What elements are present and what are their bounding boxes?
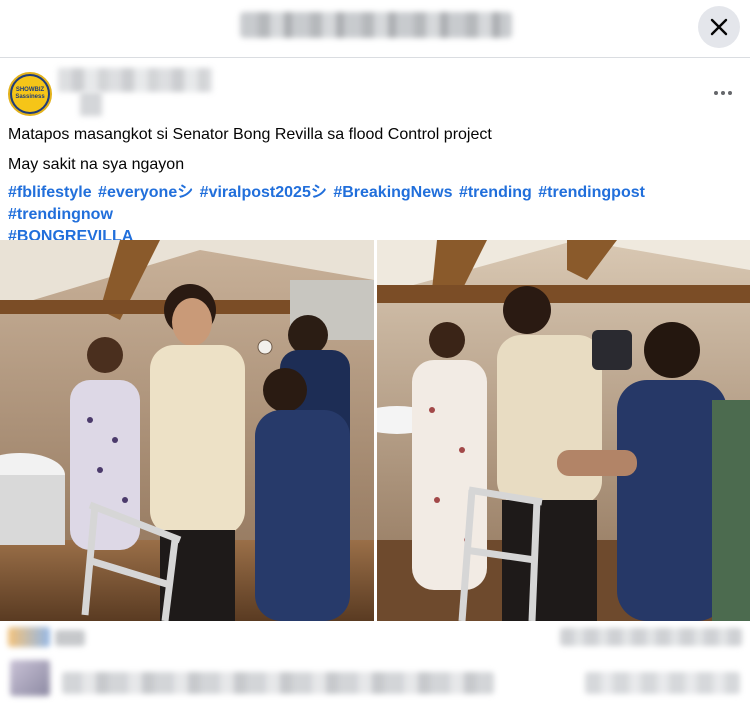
post-viewer: SHOWBIZ Sassiness Matapos masangkot si S… <box>0 0 750 715</box>
blurred-comment-actions[interactable] <box>585 672 740 694</box>
close-icon <box>710 18 728 36</box>
hashtag-list: #fblifestyle #everyoneシ #viralpost2025シ … <box>8 182 746 248</box>
more-horizontal-icon <box>714 91 718 95</box>
hashtag-link[interactable]: #trendingpost <box>538 184 645 201</box>
hashtag-link[interactable]: #viralpost2025シ <box>200 184 327 201</box>
blurred-comment-share-count[interactable] <box>560 628 742 646</box>
photo-illustration-left <box>0 240 374 621</box>
blurred-reaction-count <box>55 630 85 646</box>
post-dialog-header <box>0 0 750 58</box>
page-avatar[interactable]: SHOWBIZ Sassiness <box>8 72 52 116</box>
blurred-reaction-icons[interactable] <box>8 627 50 647</box>
post-caption-line-2: May sakit na sya ngayon <box>8 156 185 173</box>
blurred-dialog-title <box>240 12 512 38</box>
blurred-post-meta <box>80 92 102 116</box>
avatar-logo-line-2: Sassiness <box>15 94 45 100</box>
blurred-comment-text <box>62 672 494 694</box>
blurred-page-name[interactable] <box>58 68 212 92</box>
avatar-logo-line-1: SHOWBIZ <box>15 87 45 93</box>
post-photo-left[interactable] <box>0 240 374 621</box>
post-caption-line-1: Matapos masangkot si Senator Bong Revill… <box>8 126 492 143</box>
post-photo-right[interactable] <box>377 240 750 621</box>
more-options-button[interactable] <box>708 82 738 104</box>
hashtag-link[interactable]: #trending <box>459 184 532 201</box>
close-button[interactable] <box>698 6 740 48</box>
photo-illustration-right <box>377 240 750 621</box>
blurred-commenter-avatar <box>10 660 50 696</box>
hashtag-link[interactable]: #BreakingNews <box>333 184 452 201</box>
hashtag-link[interactable]: #everyoneシ <box>98 184 193 201</box>
hashtag-link[interactable]: #trendingnow <box>8 206 113 223</box>
hashtag-link[interactable]: #fblifestyle <box>8 184 92 201</box>
